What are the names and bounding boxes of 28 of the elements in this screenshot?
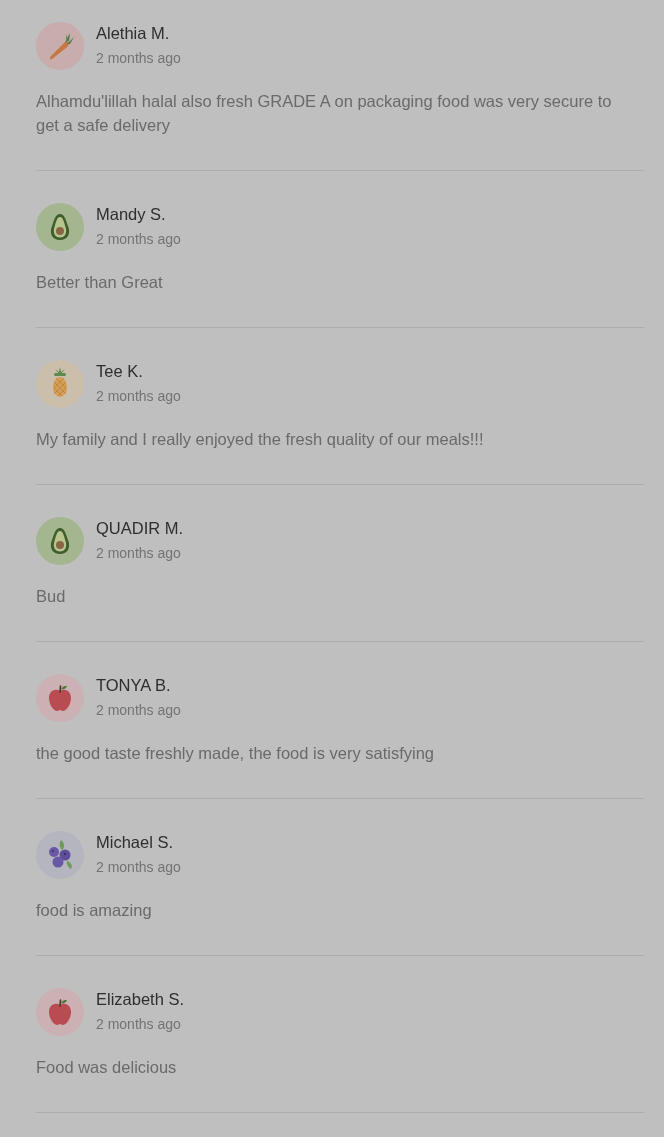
review-text: food is amazing (36, 900, 153, 921)
reviewer-name: Alethia M. (96, 23, 171, 44)
review-text: the good taste freshly made, the food is very satisfying (36, 743, 436, 764)
review-date: 2 months ago (96, 1015, 182, 1034)
review-date: 2 months ago (96, 858, 181, 877)
reviewer-name: Michael S. (96, 832, 175, 853)
review-date: 2 months ago (96, 230, 181, 249)
reviewer-name: Tee K. (96, 361, 144, 382)
reviewer-name: Mandy S. (96, 204, 167, 225)
carrot-icon (36, 22, 84, 70)
review-date: 2 months ago (96, 49, 181, 68)
review-date: 2 months ago (96, 544, 182, 563)
avocado-icon (36, 517, 84, 565)
reviewer-name: TONYA B. (96, 675, 172, 696)
review-text: Bud (36, 586, 67, 607)
avocado-icon (36, 203, 84, 251)
review-date: 2 months ago (96, 387, 181, 406)
review-text: Alhamdu'lillah halal also fresh GRADE A on packaging food was very secure to get a safe delivery (36, 91, 613, 136)
review-text: My family and I really enjoyed the fresh quality of our meals!!! (36, 429, 485, 450)
blueberries-icon (36, 831, 84, 879)
reviewer-name: QUADIR M. (96, 518, 184, 539)
apple-icon (36, 674, 84, 722)
apple-icon (36, 988, 84, 1036)
review-text: Food was delicious (36, 1057, 178, 1078)
pineapple-icon (36, 360, 84, 408)
review-date: 2 months ago (96, 701, 181, 720)
reviewer-name: Elizabeth S. (96, 989, 185, 1010)
review-text: Better than Great (36, 272, 164, 293)
